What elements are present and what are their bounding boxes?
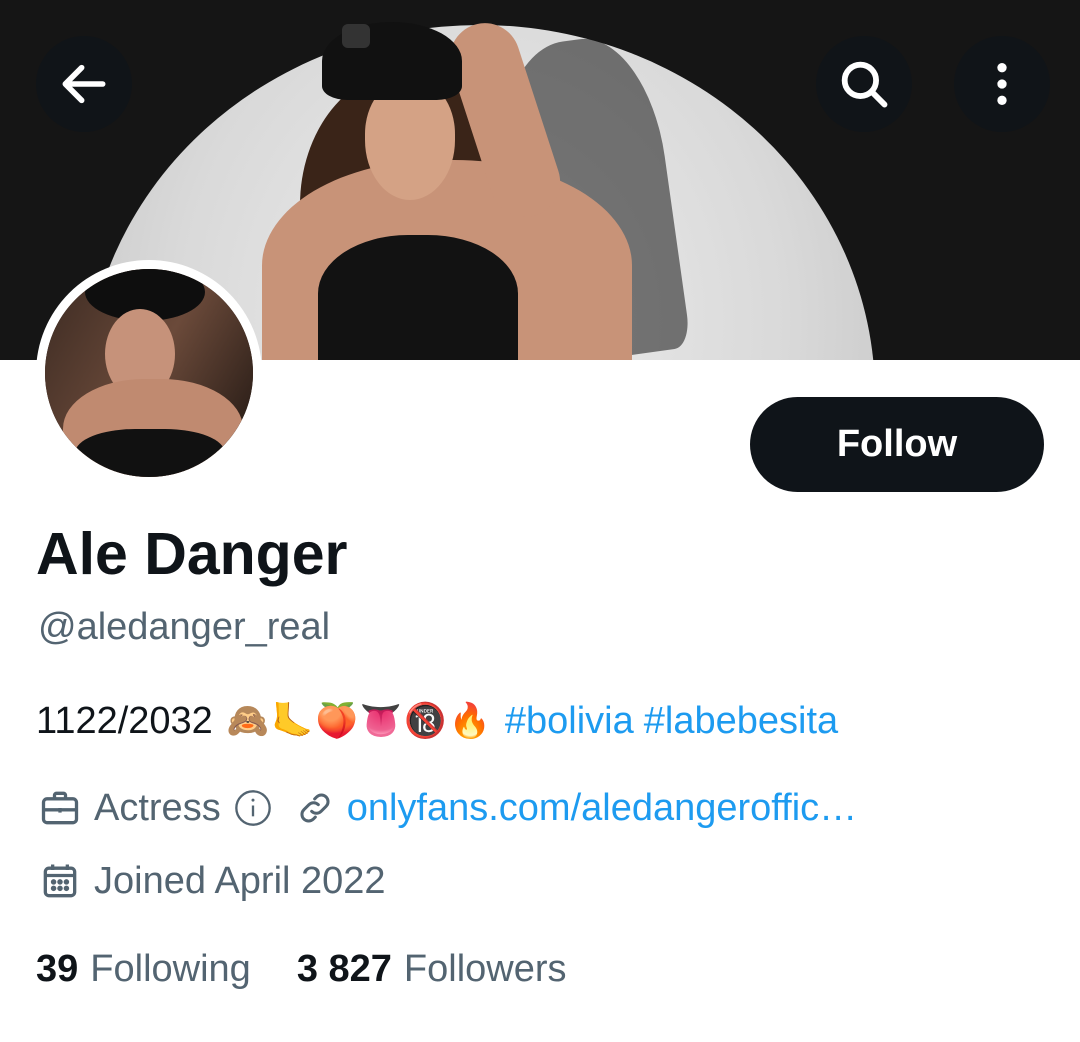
joined-date: Joined April 2022: [94, 859, 386, 902]
info-icon[interactable]: [233, 788, 273, 828]
profile-meta-row: Actress onlyfans.com/aledangeroffic…: [36, 784, 857, 832]
follow-stats: 39 Following 3 827 Followers: [36, 948, 567, 991]
more-vertical-icon: [974, 56, 1030, 112]
followers-link[interactable]: 3 827 Followers: [297, 948, 567, 991]
no-under-18-emoji: 🔞: [404, 701, 447, 741]
peach-emoji: 🍑: [315, 701, 358, 741]
avatar-image: [45, 269, 253, 477]
briefcase-icon: [36, 784, 84, 832]
website-link[interactable]: onlyfans.com/aledangeroffic…: [347, 787, 857, 830]
follow-button[interactable]: Follow: [750, 397, 1044, 492]
hashtag-link[interactable]: #bolivia: [505, 700, 634, 743]
profile-category: Actress: [94, 786, 221, 829]
bio-emojis: 🙈 🦶 🍑 👅 🔞 🔥: [227, 704, 491, 738]
fire-emoji: 🔥: [448, 701, 491, 741]
see-no-evil-monkey-emoji: 🙈: [226, 701, 270, 741]
profile-handle: @aledanger_real: [38, 606, 331, 648]
search-icon: [835, 55, 893, 113]
avatar[interactable]: [36, 260, 262, 486]
arrow-left-icon: [56, 56, 112, 112]
hashtag-link[interactable]: #labebesita: [644, 700, 838, 743]
followers-label: Followers: [403, 948, 567, 990]
link-icon: [295, 788, 335, 828]
banner-hat-badge: [342, 24, 370, 48]
profile-name: Ale Danger: [36, 521, 348, 587]
following-count: 39: [36, 948, 79, 990]
search-button[interactable]: [816, 36, 912, 132]
bio-text: 1122/2032: [36, 699, 213, 742]
back-button[interactable]: [36, 36, 132, 132]
following-label: Following: [90, 948, 251, 990]
followers-count: 3 827: [296, 948, 392, 990]
foot-emoji: 🦶: [271, 701, 314, 741]
profile-bio: 1122/2032 🙈 🦶 🍑 👅 🔞 🔥 #bolivia #labebesi…: [36, 695, 838, 747]
joined-row: Joined April 2022: [36, 857, 386, 905]
more-button[interactable]: [954, 36, 1050, 132]
calendar-icon: [36, 857, 84, 905]
tongue-emoji: 👅: [359, 701, 403, 741]
banner-bodice: [318, 235, 518, 360]
following-link[interactable]: 39 Following: [36, 948, 251, 991]
